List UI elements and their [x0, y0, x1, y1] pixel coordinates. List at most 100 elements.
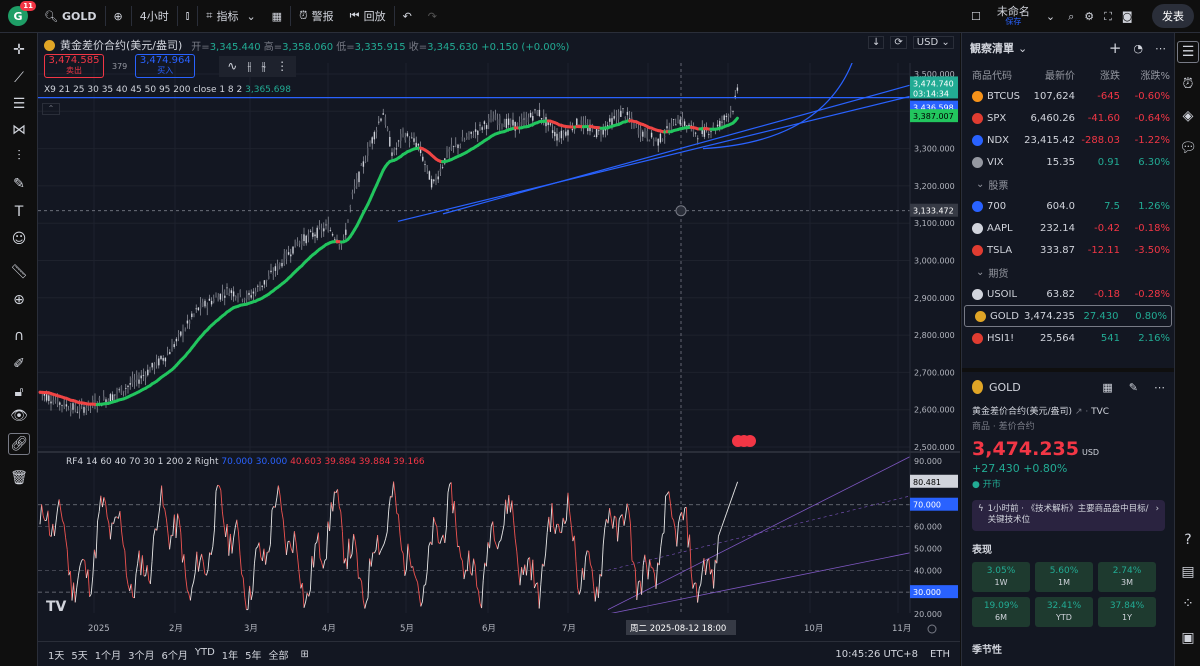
performance-tile[interactable]: 32.41% YTD: [1035, 596, 1093, 627]
section-futures[interactable]: ⌄ 期货: [962, 261, 1174, 283]
watchlist-row-hsi1[interactable]: HSI1! 25,564 541 2.16%: [962, 327, 1174, 349]
watchlist-row-gold[interactable]: GOLD 3,474.235 27.430 0.80%: [964, 305, 1172, 327]
time-axis-label: 6月: [482, 624, 496, 634]
indicators-button[interactable]: ⌗ 指标 ⌄: [198, 0, 263, 33]
range-button[interactable]: 1天: [48, 647, 64, 662]
range-button[interactable]: 全部: [269, 647, 289, 662]
watchlist-row-tsla[interactable]: TSLA 333.87 -12.11 -3.50%: [962, 239, 1174, 261]
candle-body: [338, 244, 340, 246]
chart-type-button[interactable]: ⫾: [178, 0, 198, 33]
more-icon[interactable]: ⋯: [1154, 381, 1165, 394]
performance-tile[interactable]: 19.09% 6M: [972, 596, 1030, 627]
eye-icon[interactable]: 👁︎: [8, 405, 30, 427]
range-button[interactable]: 5天: [71, 647, 87, 662]
range-button[interactable]: 3个月: [128, 647, 154, 662]
help-icon[interactable]: ?: [1177, 529, 1199, 551]
user-avatar[interactable]: G 11: [8, 1, 36, 26]
arrow-down-icon[interactable]: ↓: [868, 36, 885, 49]
quick-search-button[interactable]: ⌕: [1063, 0, 1079, 33]
watchlist-row-btcusd[interactable]: BTCUSD 107,624 -645 -0.60%: [962, 85, 1174, 107]
more-icon[interactable]: ⋯: [1155, 42, 1166, 55]
link-icon[interactable]: 🔗︎: [8, 433, 30, 455]
range-button[interactable]: 1年: [222, 647, 238, 662]
alert-button[interactable]: ⏰︎ 警报: [291, 0, 342, 33]
bar-pattern-icon-2[interactable]: ⫳: [261, 59, 266, 74]
watchlist-row-700[interactable]: 700 604.0 7.5 1.26%: [962, 195, 1174, 217]
templates-button[interactable]: ▦: [264, 0, 290, 33]
edit-icon[interactable]: ✎: [1129, 381, 1138, 394]
date-range-icon[interactable]: ⊞: [301, 649, 309, 660]
clock[interactable]: 10:45:26 UTC+8: [835, 649, 918, 660]
text-icon[interactable]: T: [8, 201, 30, 223]
lock-icon[interactable]: 🔓︎: [8, 381, 30, 403]
watchlist-row-spx[interactable]: SPX 6,460.26 -41.60 -0.64%: [962, 107, 1174, 129]
undo-button[interactable]: ↶: [395, 0, 420, 33]
add-symbol-icon[interactable]: +: [1109, 39, 1122, 57]
emoji-icon[interactable]: ☺: [8, 228, 30, 250]
ruler-icon[interactable]: 📏︎: [8, 261, 30, 283]
notes-icon[interactable]: ▣: [1177, 627, 1199, 649]
collapse-legend-icon[interactable]: ⌃: [42, 103, 60, 115]
range-button[interactable]: 6个月: [162, 647, 188, 662]
currency-select[interactable]: USD ⌄: [912, 36, 954, 49]
news-item[interactable]: ϟ 1小时前 · 《技术解析》主要商品盘中目标/关键技术位 ›: [972, 500, 1165, 531]
forecast-icon[interactable]: ⫶: [8, 145, 30, 167]
performance-tile[interactable]: 37.84% 1Y: [1098, 596, 1156, 627]
magnet-icon[interactable]: ∩: [8, 325, 30, 347]
alerts-icon[interactable]: ⏰︎: [1177, 73, 1199, 95]
trash-icon[interactable]: 🗑︎: [8, 467, 30, 489]
snapshot-button[interactable]: ◙: [1117, 0, 1138, 33]
pencil-lock-icon[interactable]: ✐: [8, 353, 30, 375]
compare-button[interactable]: ⊕: [106, 0, 131, 33]
chat-icon[interactable]: 💬︎: [1177, 137, 1199, 159]
layers-icon[interactable]: ◈: [1177, 105, 1199, 127]
watchlist-row-vix[interactable]: VIX 15.35 0.91 6.30%: [962, 151, 1174, 173]
performance-tile[interactable]: 5.60% 1M: [1035, 561, 1093, 592]
settings-button[interactable]: ⚙︎: [1079, 0, 1099, 33]
candle-body: [411, 137, 413, 139]
performance-tile[interactable]: 2.74% 3M: [1098, 561, 1156, 592]
watchlist-icon[interactable]: ☰: [1177, 41, 1199, 63]
trend-line-icon[interactable]: ⟋: [8, 67, 30, 89]
layout-menu[interactable]: ⌄: [1038, 0, 1063, 33]
range-button[interactable]: YTD: [195, 647, 215, 662]
rsi-line-segment: [269, 509, 273, 545]
publish-button[interactable]: 发表: [1152, 4, 1194, 28]
layout-toggle[interactable]: ☐: [963, 0, 989, 33]
performance-tile[interactable]: 3.05% 1W: [972, 561, 1030, 592]
list-icon[interactable]: ◔: [1133, 42, 1143, 55]
watchlist-row-ndx[interactable]: NDX 23,415.42 -288.03 -1.22%: [962, 129, 1174, 151]
watchlist-title[interactable]: 観察清單: [970, 40, 1014, 56]
brush-icon[interactable]: ✎: [8, 173, 30, 195]
watchlist-row-aapl[interactable]: AAPL 232.14 -0.42 -0.18%: [962, 217, 1174, 239]
session-label[interactable]: ETH: [930, 649, 950, 660]
candle-body: [659, 133, 662, 143]
fib-icon[interactable]: ☰: [8, 93, 30, 115]
sync-icon[interactable]: ⟳: [890, 36, 907, 49]
watchlist-row-usoil[interactable]: USOIL 63.82 -0.18 -0.28%: [962, 283, 1174, 305]
range-button[interactable]: 5年: [245, 647, 261, 662]
redo-button[interactable]: ↷: [420, 0, 445, 33]
crosshair-icon[interactable]: ✛: [8, 39, 30, 61]
grid-icon[interactable]: ▦: [1102, 381, 1112, 394]
range-button[interactable]: 1个月: [95, 647, 121, 662]
layout-name[interactable]: 未命名 保存: [989, 0, 1038, 33]
pattern-icon[interactable]: ⋈: [8, 119, 30, 141]
section-stocks[interactable]: ⌄ 股票: [962, 173, 1174, 195]
more-vertical-icon[interactable]: ⋮: [276, 59, 288, 74]
detail-symbol[interactable]: GOLD: [989, 381, 1021, 394]
zoom-icon[interactable]: ⊕: [8, 289, 30, 311]
calendar-icon[interactable]: ▤: [1177, 561, 1199, 583]
symbol-search[interactable]: 🔍︎ GOLD: [36, 0, 105, 33]
buy-button[interactable]: 3,474.964 买入: [135, 54, 196, 78]
replay-button[interactable]: ⏮︎ 回放: [342, 0, 394, 33]
interval-selector[interactable]: 4小时: [132, 0, 177, 33]
fullscreen-button[interactable]: ⛶: [1099, 0, 1117, 33]
chevron-down-icon[interactable]: ⌄: [1018, 42, 1027, 55]
price-chart[interactable]: 3,500.0003,400.0003,300.0003,200.0003,10…: [38, 33, 960, 666]
sell-button[interactable]: 3,474.585 卖出: [44, 54, 104, 78]
apps-icon[interactable]: ⁘: [1177, 593, 1199, 615]
bar-pattern-icon[interactable]: ⫲: [247, 59, 251, 74]
brush-icon[interactable]: ∿: [227, 59, 237, 74]
chart-area[interactable]: 3,500.0003,400.0003,300.0003,200.0003,10…: [38, 33, 960, 666]
